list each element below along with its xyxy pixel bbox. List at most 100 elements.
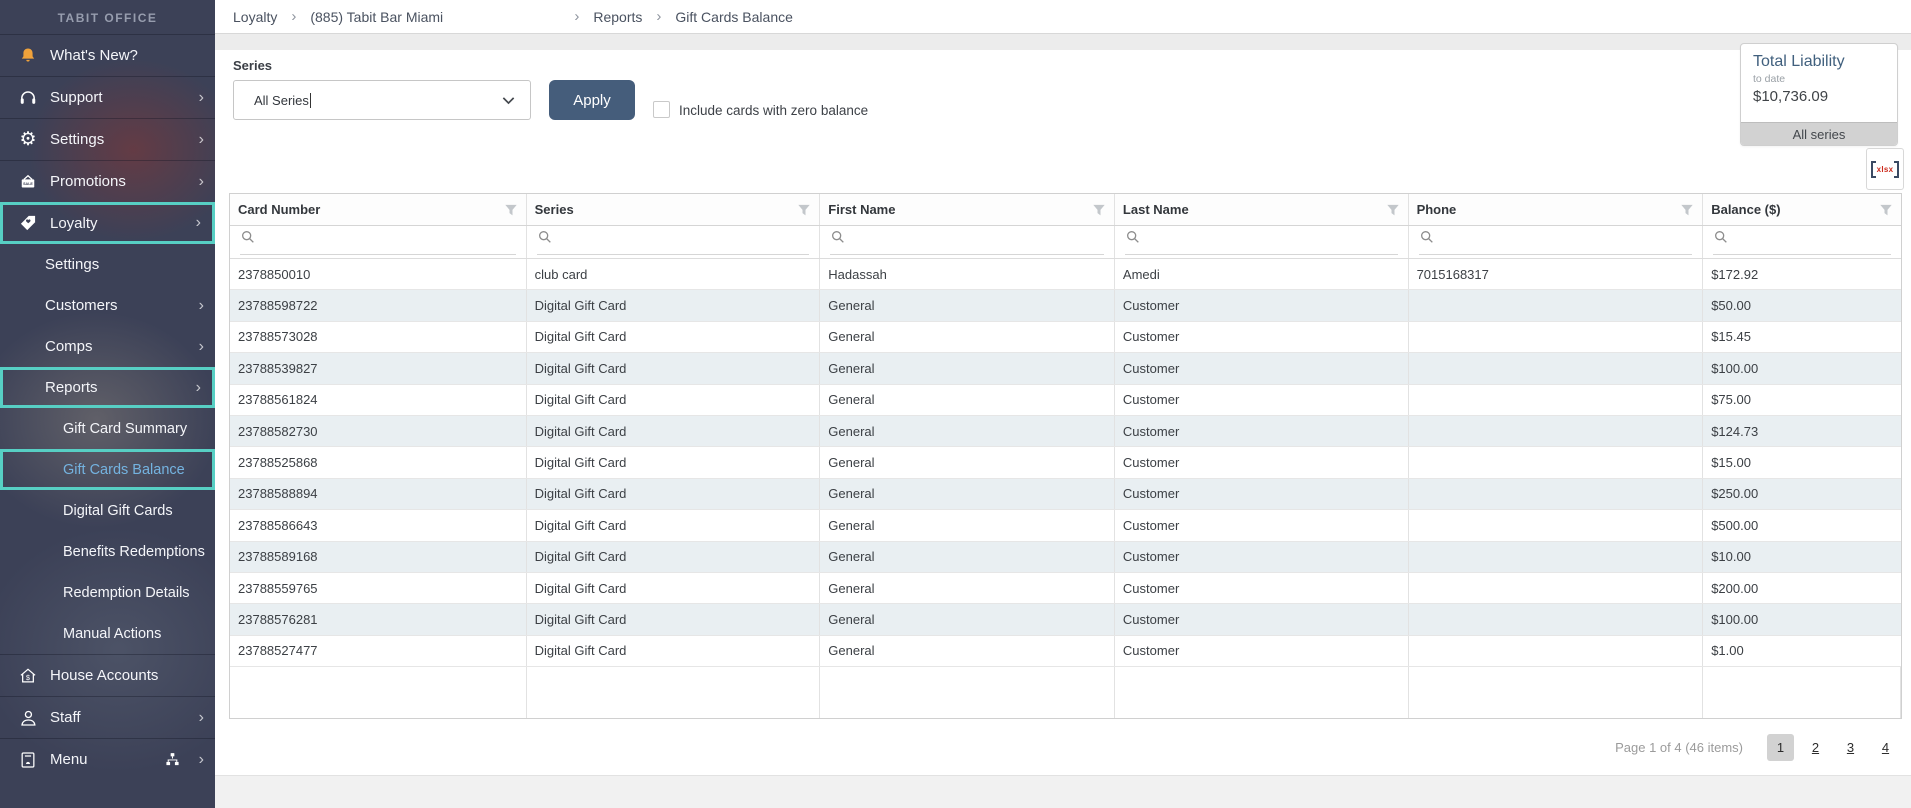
page-button-2[interactable]: 2: [1802, 734, 1829, 761]
table-row[interactable]: 23788573028Digital Gift CardGeneralCusto…: [230, 322, 1901, 353]
sidebar-item-label: Staff: [50, 709, 81, 726]
breadcrumb-loyalty[interactable]: Loyalty: [233, 9, 277, 25]
column-header-last-name[interactable]: Last Name: [1115, 194, 1409, 225]
table-row[interactable]: 23788598722Digital Gift CardGeneralCusto…: [230, 290, 1901, 321]
sidebar-item-staff[interactable]: Staff›: [0, 696, 215, 738]
sidebar-item-what-s-new[interactable]: What's New?: [0, 34, 215, 76]
table-cell: [1409, 416, 1704, 446]
sidebar-item-benefits-redemptions[interactable]: Benefits Redemptions: [0, 531, 215, 572]
table-row[interactable]: 23788527477Digital Gift CardGeneralCusto…: [230, 636, 1901, 667]
sidebar-item-customers[interactable]: Customers›: [0, 285, 215, 326]
column-header-balance[interactable]: Balance ($): [1703, 194, 1901, 225]
table-cell: General: [820, 542, 1115, 572]
sidebar-item-reports[interactable]: Reports›: [0, 367, 215, 408]
sidebar-item-settings[interactable]: Settings: [0, 244, 215, 285]
text-caret: [310, 93, 311, 108]
page-button-1[interactable]: 1: [1767, 734, 1794, 761]
search-icon: [537, 229, 553, 248]
column-header-series[interactable]: Series: [527, 194, 821, 225]
filter-funnel-icon[interactable]: [1092, 203, 1106, 217]
sidebar-item-label: Settings: [45, 256, 99, 273]
table-cell: [1409, 479, 1704, 509]
filter-funnel-icon[interactable]: [504, 203, 518, 217]
table-cell: 23788576281: [230, 604, 527, 634]
table-cell: $50.00: [1703, 290, 1901, 320]
table-row[interactable]: 23788559765Digital Gift CardGeneralCusto…: [230, 573, 1901, 604]
table-cell: Customer: [1115, 604, 1409, 634]
column-header-first-name[interactable]: First Name: [820, 194, 1115, 225]
gear-icon: ⚙: [17, 129, 39, 151]
table-cell: [1115, 667, 1409, 718]
search-input-first-name[interactable]: [852, 231, 1104, 246]
search-input-last-name[interactable]: [1147, 231, 1398, 246]
person-icon: [17, 707, 39, 729]
search-input-balance[interactable]: [1735, 231, 1891, 246]
table-cell: Customer: [1115, 542, 1409, 572]
breadcrumb-site[interactable]: (885) Tabit Bar Miami: [310, 9, 560, 25]
search-cell-series: [527, 226, 821, 258]
table-cell: [1409, 667, 1704, 718]
table-row[interactable]: 23788525868Digital Gift CardGeneralCusto…: [230, 447, 1901, 478]
page-button-4[interactable]: 4: [1872, 734, 1899, 761]
sidebar-item-digital-gift-cards[interactable]: Digital Gift Cards: [0, 490, 215, 531]
sidebar-item-comps[interactable]: Comps›: [0, 326, 215, 367]
filter-funnel-icon[interactable]: [1680, 203, 1694, 217]
search-input-phone[interactable]: [1441, 231, 1693, 246]
table-cell: Customer: [1115, 479, 1409, 509]
table-cell: General: [820, 447, 1115, 477]
sidebar-item-label: House Accounts: [50, 667, 158, 684]
total-liability-card: Total Liability to date $10,736.09 All s…: [1740, 43, 1898, 146]
table-search-row: [230, 226, 1901, 259]
breadcrumb-reports[interactable]: Reports: [593, 9, 642, 25]
table-row[interactable]: 23788539827Digital Gift CardGeneralCusto…: [230, 353, 1901, 384]
table-row[interactable]: 23788586643Digital Gift CardGeneralCusto…: [230, 510, 1901, 541]
table-cell: [1703, 667, 1901, 718]
sidebar-item-label: Customers: [45, 297, 118, 314]
filter-funnel-icon[interactable]: [1879, 203, 1893, 217]
filter-funnel-icon[interactable]: [797, 203, 811, 217]
table-cell: $172.92: [1703, 259, 1901, 289]
table-row[interactable]: 23788561824Digital Gift CardGeneralCusto…: [230, 385, 1901, 416]
search-cell-last-name: [1115, 226, 1409, 258]
table-cell: General: [820, 290, 1115, 320]
table-row[interactable]: 23788588894Digital Gift CardGeneralCusto…: [230, 479, 1901, 510]
filter-funnel-icon[interactable]: [1386, 203, 1400, 217]
table-cell: Amedi: [1115, 259, 1409, 289]
sidebar-item-loyalty[interactable]: Loyalty›: [0, 202, 215, 244]
sidebar-item-house-accounts[interactable]: $ House Accounts: [0, 654, 215, 696]
export-xlsx-button[interactable]: xlsx: [1866, 148, 1904, 190]
table-cell: [1409, 447, 1704, 477]
sidebar-item-gift-card-summary[interactable]: Gift Card Summary: [0, 408, 215, 449]
sidebar-item-promotions[interactable]: SALEPromotions›: [0, 160, 215, 202]
search-input-card-number[interactable]: [262, 231, 516, 246]
table-empty-row: [230, 667, 1901, 718]
sidebar-item-label: Digital Gift Cards: [63, 503, 173, 519]
column-header-card-number[interactable]: Card Number: [230, 194, 527, 225]
apply-button[interactable]: Apply: [549, 80, 635, 120]
svg-text:$: $: [26, 674, 30, 682]
search-input-series[interactable]: [559, 231, 810, 246]
series-select[interactable]: All Series: [233, 80, 531, 120]
sidebar-item-label: Promotions: [50, 173, 126, 190]
sidebar-item-manual-actions[interactable]: Manual Actions: [0, 613, 215, 654]
column-header-phone[interactable]: Phone: [1409, 194, 1704, 225]
zero-balance-checkbox[interactable]: [653, 101, 670, 118]
sidebar-item-menu[interactable]: Menu›: [0, 738, 215, 780]
table-cell: General: [820, 510, 1115, 540]
sidebar-item-redemption-details[interactable]: Redemption Details: [0, 572, 215, 613]
table-row[interactable]: 23788576281Digital Gift CardGeneralCusto…: [230, 604, 1901, 635]
breadcrumb-current[interactable]: Gift Cards Balance: [675, 9, 793, 25]
table-row[interactable]: 23788589168Digital Gift CardGeneralCusto…: [230, 542, 1901, 573]
sidebar-item-support[interactable]: Support›: [0, 76, 215, 118]
table-cell: club card: [527, 259, 821, 289]
table-row[interactable]: 2378850010club cardHadassahAmedi70151683…: [230, 259, 1901, 290]
page-button-3[interactable]: 3: [1837, 734, 1864, 761]
menu-book-icon: [17, 749, 39, 771]
table-cell: Hadassah: [820, 259, 1115, 289]
sidebar-item-settings[interactable]: ⚙Settings›: [0, 118, 215, 160]
table-cell: $100.00: [1703, 604, 1901, 634]
sidebar-item-gift-cards-balance[interactable]: Gift Cards Balance: [0, 449, 215, 490]
table-row[interactable]: 23788582730Digital Gift CardGeneralCusto…: [230, 416, 1901, 447]
table-cell: Customer: [1115, 573, 1409, 603]
svg-text:SALE: SALE: [23, 181, 33, 185]
